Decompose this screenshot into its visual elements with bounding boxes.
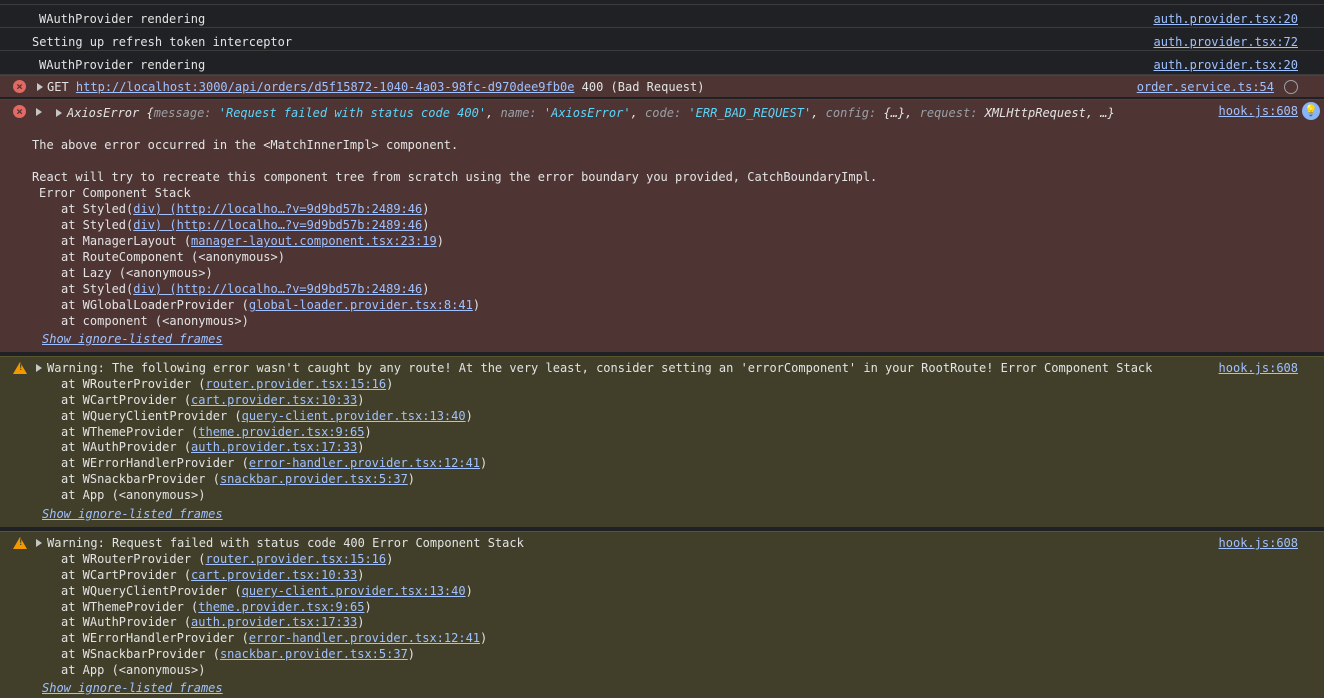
stack-frame-link[interactable]: cart.provider.tsx:10:33 — [191, 568, 357, 582]
expand-triangle-icon[interactable] — [36, 539, 42, 547]
stack-frame-link[interactable]: div) (http://localho…?v=9d9bd57b:2489:46 — [133, 202, 422, 216]
stack-frame: at WSnackbarProvider (snackbar.provider.… — [61, 647, 416, 661]
log-source-link[interactable]: auth.provider.tsx:72 — [1154, 34, 1299, 50]
stack-frame: at WGlobalLoaderProvider (global-loader.… — [61, 298, 481, 312]
stack-frame-link[interactable]: error-handler.provider.tsx:12:41 — [249, 456, 480, 470]
request-method: GET — [47, 80, 69, 94]
expand-object-icon[interactable] — [56, 109, 62, 117]
stack-frame-link[interactable]: auth.provider.tsx:17:33 — [191, 440, 357, 454]
stack-frame: at component (<anonymous>) — [61, 314, 249, 328]
stack-frame-link[interactable]: error-handler.provider.tsx:12:41 — [249, 631, 480, 645]
stack-frame-link[interactable]: snackbar.provider.tsx:5:37 — [220, 472, 408, 486]
warning-triangle-icon: ! — [13, 537, 27, 549]
stack-frame-link[interactable]: snackbar.provider.tsx:5:37 — [220, 647, 408, 661]
stack-frame: at WThemeProvider (theme.provider.tsx:9:… — [61, 425, 372, 439]
warning-source-link[interactable]: hook.js:608 — [1219, 535, 1298, 551]
stack-title: Error Component Stack — [39, 186, 191, 200]
warning-message: Warning: Request failed with status code… — [47, 536, 524, 550]
stack-frame-link[interactable]: query-client.provider.tsx:13:40 — [242, 584, 466, 598]
stack-frame-link[interactable]: query-client.provider.tsx:13:40 — [242, 409, 466, 423]
error-circle-icon: × — [13, 105, 26, 118]
stack-frame-link[interactable]: manager-layout.component.tsx:23:19 — [191, 234, 437, 248]
warning-triangle-icon: ! — [13, 362, 27, 374]
log-message: WAuthProvider rendering — [39, 12, 206, 26]
stack-frame: at WRouterProvider (router.provider.tsx:… — [61, 377, 394, 391]
stack-frame: at RouteComponent (<anonymous>) — [61, 250, 285, 264]
log-message: WAuthProvider rendering — [39, 58, 206, 72]
stack-frame-link[interactable]: div) (http://localho…?v=9d9bd57b:2489:46 — [133, 282, 422, 296]
stack-frame: at App (<anonymous>) — [61, 663, 206, 677]
stack-frame: at WErrorHandlerProvider (error-handler.… — [61, 631, 488, 645]
network-error-row[interactable]: × GET http://localhost:3000/api/orders/d… — [0, 75, 1324, 97]
show-ignore-listed-frames-link[interactable]: Show ignore-listed frames — [42, 331, 223, 347]
warning-block: ! Warning: Request failed with status co… — [0, 531, 1324, 698]
stack-frame: at WQueryClientProvider (query-client.pr… — [61, 409, 473, 423]
log-message: Setting up refresh token interceptor — [32, 35, 293, 49]
stack-frame: at Lazy (<anonymous>) — [61, 266, 213, 280]
log-row: Setting up refresh token interceptor aut… — [0, 28, 1324, 51]
stack-frame-link[interactable]: cart.provider.tsx:10:33 — [191, 393, 357, 407]
axios-error-summary[interactable]: AxiosError {message: 'Request failed wit… — [67, 105, 1115, 121]
stack-frame: at WSnackbarProvider (snackbar.provider.… — [61, 472, 416, 486]
expand-triangle-icon[interactable] — [36, 364, 42, 372]
stack-frame: at WErrorHandlerProvider (error-handler.… — [61, 456, 488, 470]
warning-source-link[interactable]: hook.js:608 — [1219, 360, 1298, 376]
warning-message: Warning: The following error wasn't caug… — [47, 361, 1153, 375]
show-ignore-listed-frames-link[interactable]: Show ignore-listed frames — [42, 680, 223, 696]
error-line-2: React will try to recreate this componen… — [32, 170, 878, 184]
stack-frame: at WCartProvider (cart.provider.tsx:10:3… — [61, 568, 365, 582]
stack-frame: at WRouterProvider (router.provider.tsx:… — [61, 552, 394, 566]
stack-frame-link[interactable]: div) (http://localho…?v=9d9bd57b:2489:46 — [133, 218, 422, 232]
expand-triangle-icon[interactable] — [37, 83, 43, 91]
axios-source-link[interactable]: hook.js:608 — [1219, 103, 1298, 119]
stack-frame: at WCartProvider (cart.provider.tsx:10:3… — [61, 393, 365, 407]
error-circle-icon: × — [13, 80, 26, 93]
error-line-1: The above error occurred in the <MatchIn… — [32, 138, 459, 152]
log-row: WAuthProvider rendering auth.provider.ts… — [0, 5, 1324, 28]
stack-frame: at ManagerLayout (manager-layout.compone… — [61, 234, 444, 248]
log-source-link[interactable]: auth.provider.tsx:20 — [1154, 57, 1299, 73]
stack-frame: at Styled(div) (http://localho…?v=9d9bd5… — [61, 202, 430, 216]
stack-frame-link[interactable]: auth.provider.tsx:17:33 — [191, 615, 357, 629]
network-request-icon[interactable] — [1284, 80, 1298, 94]
stack-frame: at WThemeProvider (theme.provider.tsx:9:… — [61, 600, 372, 614]
stack-frame: at WAuthProvider (auth.provider.tsx:17:3… — [61, 440, 365, 454]
log-row: WAuthProvider rendering auth.provider.ts… — [0, 51, 1324, 75]
stack-frame-link[interactable]: theme.provider.tsx:9:65 — [198, 425, 364, 439]
devtools-console: WAuthProvider rendering auth.provider.ts… — [0, 0, 1324, 698]
show-ignore-listed-frames-link[interactable]: Show ignore-listed frames — [42, 506, 223, 522]
stack-frame-link[interactable]: theme.provider.tsx:9:65 — [198, 600, 364, 614]
log-source-link[interactable]: auth.provider.tsx:20 — [1154, 11, 1299, 27]
stack-frame: at Styled(div) (http://localho…?v=9d9bd5… — [61, 282, 430, 296]
axios-error-block: × AxiosError {message: 'Request failed w… — [0, 99, 1324, 352]
warning-block: ! Warning: The following error wasn't ca… — [0, 356, 1324, 527]
expand-triangle-icon[interactable] — [36, 108, 42, 116]
network-error-line: GET http://localhost:3000/api/orders/d5f… — [47, 79, 704, 95]
stack-frame: at App (<anonymous>) — [61, 488, 206, 502]
request-url-link[interactable]: http://localhost:3000/api/orders/d5f1587… — [76, 80, 575, 94]
stack-frame-link[interactable]: global-loader.provider.tsx:8:41 — [249, 298, 473, 312]
lightbulb-icon[interactable]: 💡 — [1302, 102, 1320, 120]
stack-frame: at WAuthProvider (auth.provider.tsx:17:3… — [61, 615, 365, 629]
stack-frame-link[interactable]: router.provider.tsx:15:16 — [206, 552, 387, 566]
network-source-link[interactable]: order.service.ts:54 — [1137, 79, 1274, 95]
request-status: 400 (Bad Request) — [581, 80, 705, 94]
stack-frame: at Styled(div) (http://localho…?v=9d9bd5… — [61, 218, 430, 232]
stack-frame: at WQueryClientProvider (query-client.pr… — [61, 584, 473, 598]
stack-frame-link[interactable]: router.provider.tsx:15:16 — [206, 377, 387, 391]
